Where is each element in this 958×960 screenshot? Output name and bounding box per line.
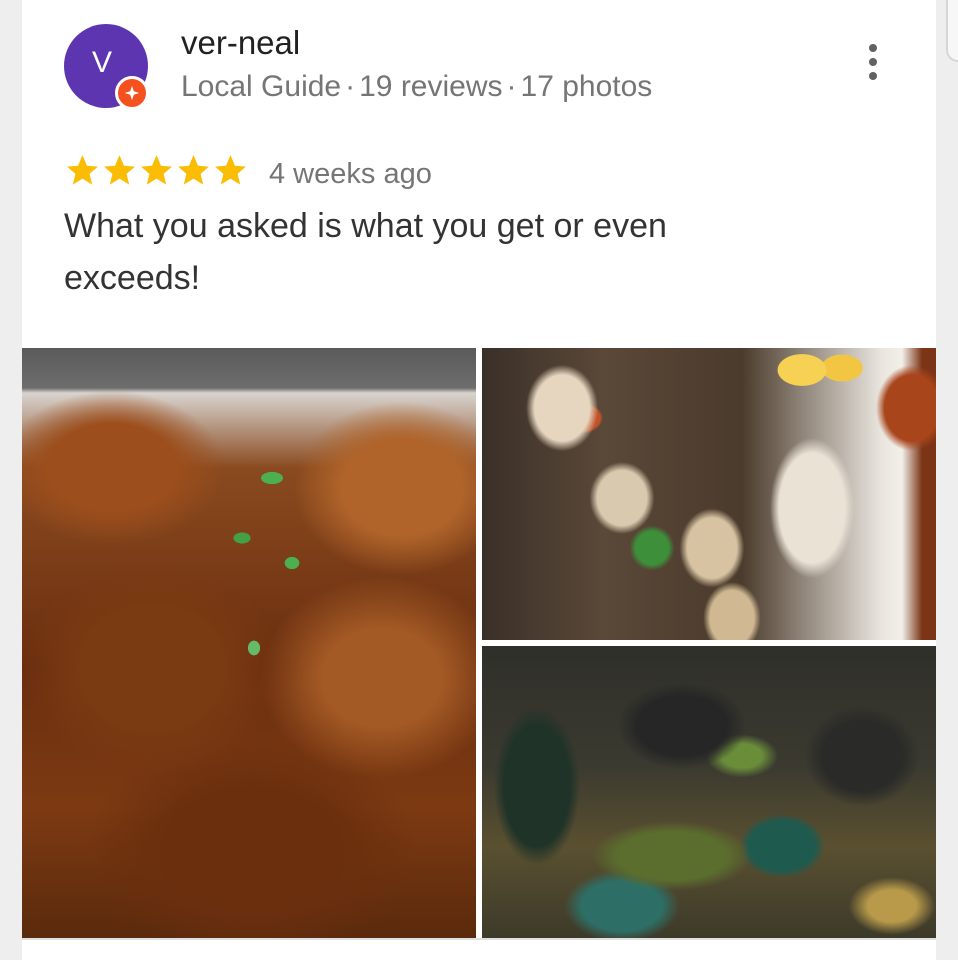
- review-time: 4 weeks ago: [269, 158, 432, 190]
- review-card: V ver-neal Local Guide · 19 reviews · 17 pho…: [22, 0, 936, 960]
- reviews-count: 19 reviews: [359, 70, 503, 103]
- avatar-initial: V: [91, 46, 112, 79]
- photo-green-mussels[interactable]: [482, 646, 936, 938]
- review-text: What you asked is what you get or even e…: [64, 207, 667, 297]
- reviewer-type: Local Guide: [181, 70, 342, 103]
- scroll-edge: [946, 0, 958, 62]
- meta-separator: ·: [345, 70, 356, 103]
- star-icon: [138, 152, 175, 189]
- meta-separator: ·: [506, 70, 517, 103]
- divider: [22, 938, 936, 960]
- photos-count: 17 photos: [520, 70, 653, 103]
- reviewer-name[interactable]: ver-neal: [181, 24, 300, 62]
- star-icon: [64, 152, 101, 189]
- star-rating: [64, 152, 249, 189]
- photo-grilled-squid[interactable]: [482, 348, 936, 640]
- star-icon: [212, 152, 249, 189]
- photo-spicy-prawns[interactable]: [22, 348, 476, 938]
- more-vert-icon[interactable]: [858, 40, 888, 84]
- star-icon: [101, 152, 138, 189]
- star-icon: [175, 152, 212, 189]
- reviewer-meta: Local Guide · 19 reviews · 17 photos: [181, 70, 652, 104]
- local-guide-badge-icon: [115, 76, 149, 110]
